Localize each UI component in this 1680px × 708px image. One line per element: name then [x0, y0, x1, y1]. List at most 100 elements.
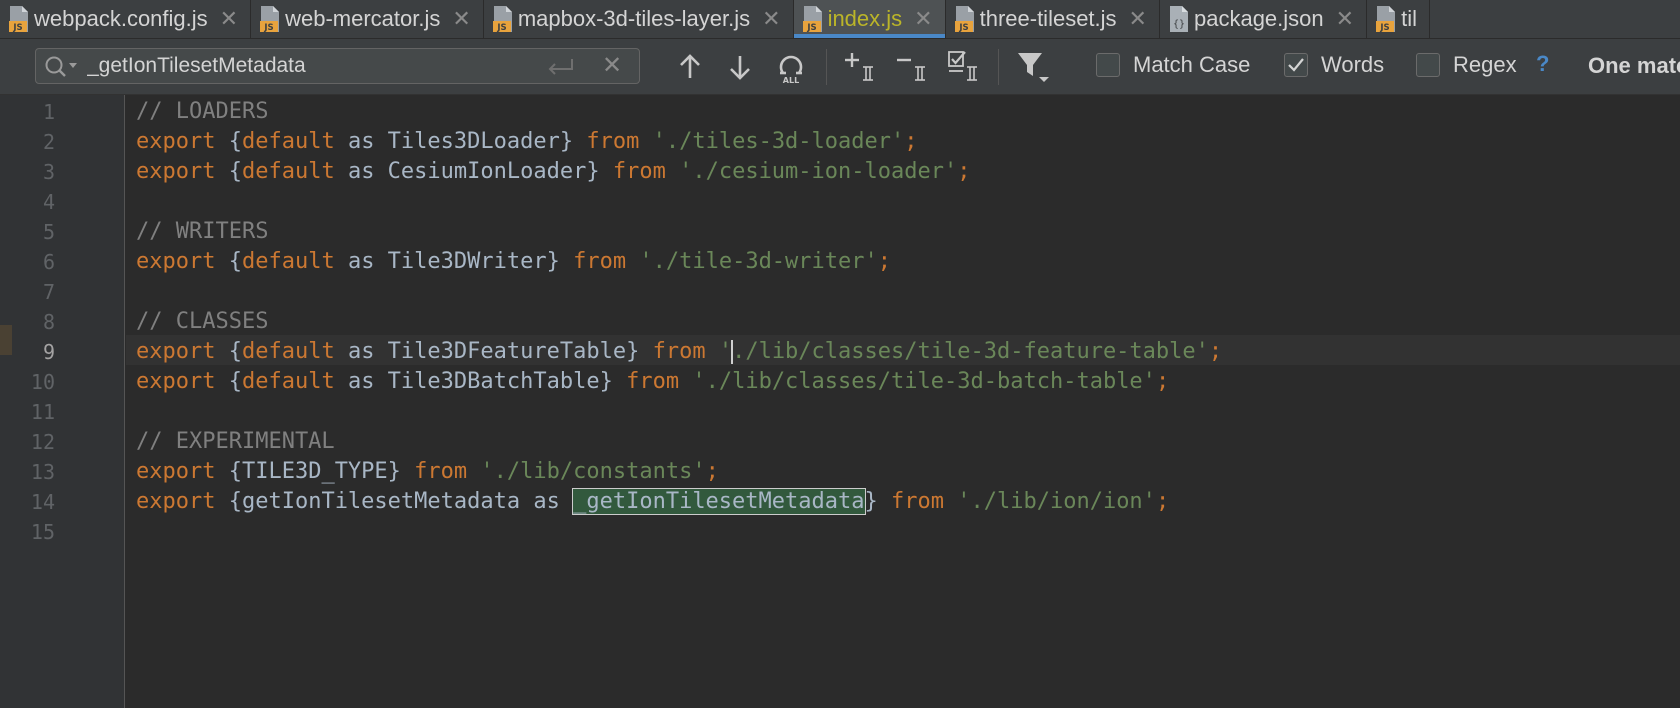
- tab-label: mapbox-3d-tiles-layer.js: [517, 6, 751, 31]
- code-line: // CLASSES: [136, 307, 1222, 337]
- line-number: 2: [42, 130, 55, 154]
- code-line: export {default as Tile3DFeatureTable} f…: [136, 337, 1222, 367]
- code-token: './cesium-ion-loader': [679, 159, 958, 184]
- search-box[interactable]: ✕: [35, 48, 640, 84]
- tab-three-tileset-js[interactable]: JS three-tileset.js ✕: [946, 0, 1160, 38]
- match-case-checkbox[interactable]: [1096, 53, 1120, 77]
- code-token: from: [612, 159, 666, 184]
- code-token: ./lib/classes/tile-3d-feature-table': [732, 339, 1209, 364]
- code-token: ;: [957, 159, 971, 184]
- code-token: './lib/constants': [480, 459, 706, 484]
- close-tab-icon[interactable]: ✕: [220, 8, 238, 30]
- code-token: from: [586, 129, 640, 154]
- code-token: {: [215, 159, 242, 184]
- editor-tab-bar: JS webpack.config.js ✕ JS web-mercator.js ✕ JS…: [0, 0, 1680, 39]
- find-all-icon[interactable]: ALL: [773, 49, 809, 85]
- regex-checkbox[interactable]: [1416, 53, 1440, 77]
- line-number: 7: [42, 280, 55, 304]
- line-number: 3: [42, 160, 55, 184]
- tab-label: web-mercator.js: [285, 6, 441, 31]
- close-tab-icon[interactable]: ✕: [452, 8, 470, 30]
- previous-occurrence-icon[interactable]: [672, 49, 708, 85]
- toolbar-separator: [826, 49, 827, 85]
- code-token: export: [136, 129, 216, 154]
- remove-occurrence-icon[interactable]: [894, 49, 930, 85]
- svg-text:JS: JS: [958, 23, 968, 33]
- line-number: 6: [42, 250, 55, 274]
- match-case-label: Match Case: [1133, 52, 1251, 77]
- next-occurrence-icon[interactable]: [722, 49, 758, 85]
- code-token: from: [652, 339, 706, 364]
- code-token: export: [136, 459, 216, 484]
- code-line: export {default as Tile3DBatchTable} fro…: [136, 367, 1222, 397]
- tab-index-js[interactable]: JS index.js ✕: [793, 0, 946, 38]
- code-token: default: [241, 369, 335, 394]
- code-token: {getIonTilesetMetadata as: [215, 489, 574, 514]
- filter-icon[interactable]: [1014, 49, 1050, 85]
- close-tab-icon[interactable]: ✕: [1336, 8, 1354, 30]
- code-token: './lib/classes/tile-3d-batch-table': [692, 369, 1156, 394]
- svg-text:JS: JS: [806, 23, 816, 33]
- code-token: // EXPERIMENTAL: [136, 429, 335, 454]
- match-case-option[interactable]: Match Case: [1096, 52, 1250, 78]
- svg-text:JS: JS: [496, 23, 506, 33]
- line-numbers: 1 2 3 4 5 6 7 8 9 10 11 12 13 14 15: [0, 95, 55, 547]
- words-checkbox[interactable]: [1284, 53, 1308, 77]
- search-input[interactable]: [87, 51, 557, 81]
- add-occurrence-icon[interactable]: [842, 49, 878, 85]
- code-token: export: [136, 159, 216, 184]
- code-token: as Tile3DWriter}: [334, 249, 574, 274]
- close-tab-icon[interactable]: ✕: [762, 8, 780, 30]
- code-token: from: [414, 459, 468, 484]
- code-token: default: [241, 249, 335, 274]
- js-file-icon: JS: [954, 5, 976, 33]
- code-token: from: [626, 369, 680, 394]
- code-token: export: [136, 369, 216, 394]
- close-tab-icon[interactable]: ✕: [1129, 8, 1147, 30]
- code-token: {: [215, 339, 242, 364]
- line-number: 9: [42, 340, 55, 364]
- js-file-icon: JS: [8, 5, 30, 33]
- tab-label: package.json: [1193, 6, 1324, 31]
- tab-til[interactable]: JS til: [1367, 0, 1430, 38]
- js-file-icon: JS: [259, 5, 281, 33]
- search-match-highlight: _getIonTilesetMetadata: [572, 488, 866, 515]
- svg-text:JS: JS: [12, 23, 22, 33]
- close-tab-icon[interactable]: ✕: [914, 8, 932, 30]
- line-number: 15: [30, 520, 55, 544]
- search-history-icon[interactable]: [44, 55, 80, 84]
- tab-package-json[interactable]: {} package.json ✕: [1160, 0, 1368, 38]
- code-token: ;: [904, 129, 918, 154]
- code-token: './tiles-3d-loader': [652, 129, 905, 154]
- tab-web-mercator-js[interactable]: JS web-mercator.js ✕: [251, 0, 484, 38]
- line-number: 5: [42, 220, 55, 244]
- gutter[interactable]: 1 2 3 4 5 6 7 8 9 10 11 12 13 14 15: [0, 95, 125, 708]
- tab-mapbox-3d-tiles-layer-js[interactable]: JS mapbox-3d-tiles-layer.js ✕: [484, 0, 794, 38]
- regex-option[interactable]: Regex: [1416, 52, 1517, 78]
- code-token: as Tile3DFeatureTable}: [334, 339, 653, 364]
- code-editor[interactable]: 1 2 3 4 5 6 7 8 9 10 11 12 13 14 15 // LOADERS export {…: [0, 95, 1680, 708]
- code-token: export: [136, 249, 216, 274]
- tab-webpack-config-js[interactable]: JS webpack.config.js ✕: [0, 0, 252, 38]
- js-file-icon: JS: [802, 5, 824, 33]
- code-token: export: [136, 339, 216, 364]
- regex-help-icon[interactable]: ?: [1536, 51, 1549, 77]
- code-token: './tile-3d-writer': [639, 249, 878, 274]
- select-all-occurrences-icon[interactable]: [946, 49, 982, 85]
- code-token: from: [573, 249, 627, 274]
- find-bar: ✕ ALL: [0, 39, 1680, 95]
- clear-search-icon[interactable]: ✕: [602, 51, 622, 80]
- tab-label: webpack.config.js: [34, 6, 208, 31]
- toolbar-separator: [998, 49, 999, 85]
- code-token: ;: [705, 459, 719, 484]
- code-token: default: [241, 159, 335, 184]
- code-token: ;: [1155, 489, 1170, 514]
- code-content[interactable]: // LOADERS export {default as Tiles3DLoad…: [136, 95, 1222, 547]
- code-line: export {getIonTilesetMetadata as _getIon…: [136, 487, 1222, 517]
- words-option[interactable]: Words: [1284, 52, 1384, 78]
- json-file-icon: {}: [1168, 5, 1190, 33]
- enter-icon[interactable]: [546, 57, 576, 82]
